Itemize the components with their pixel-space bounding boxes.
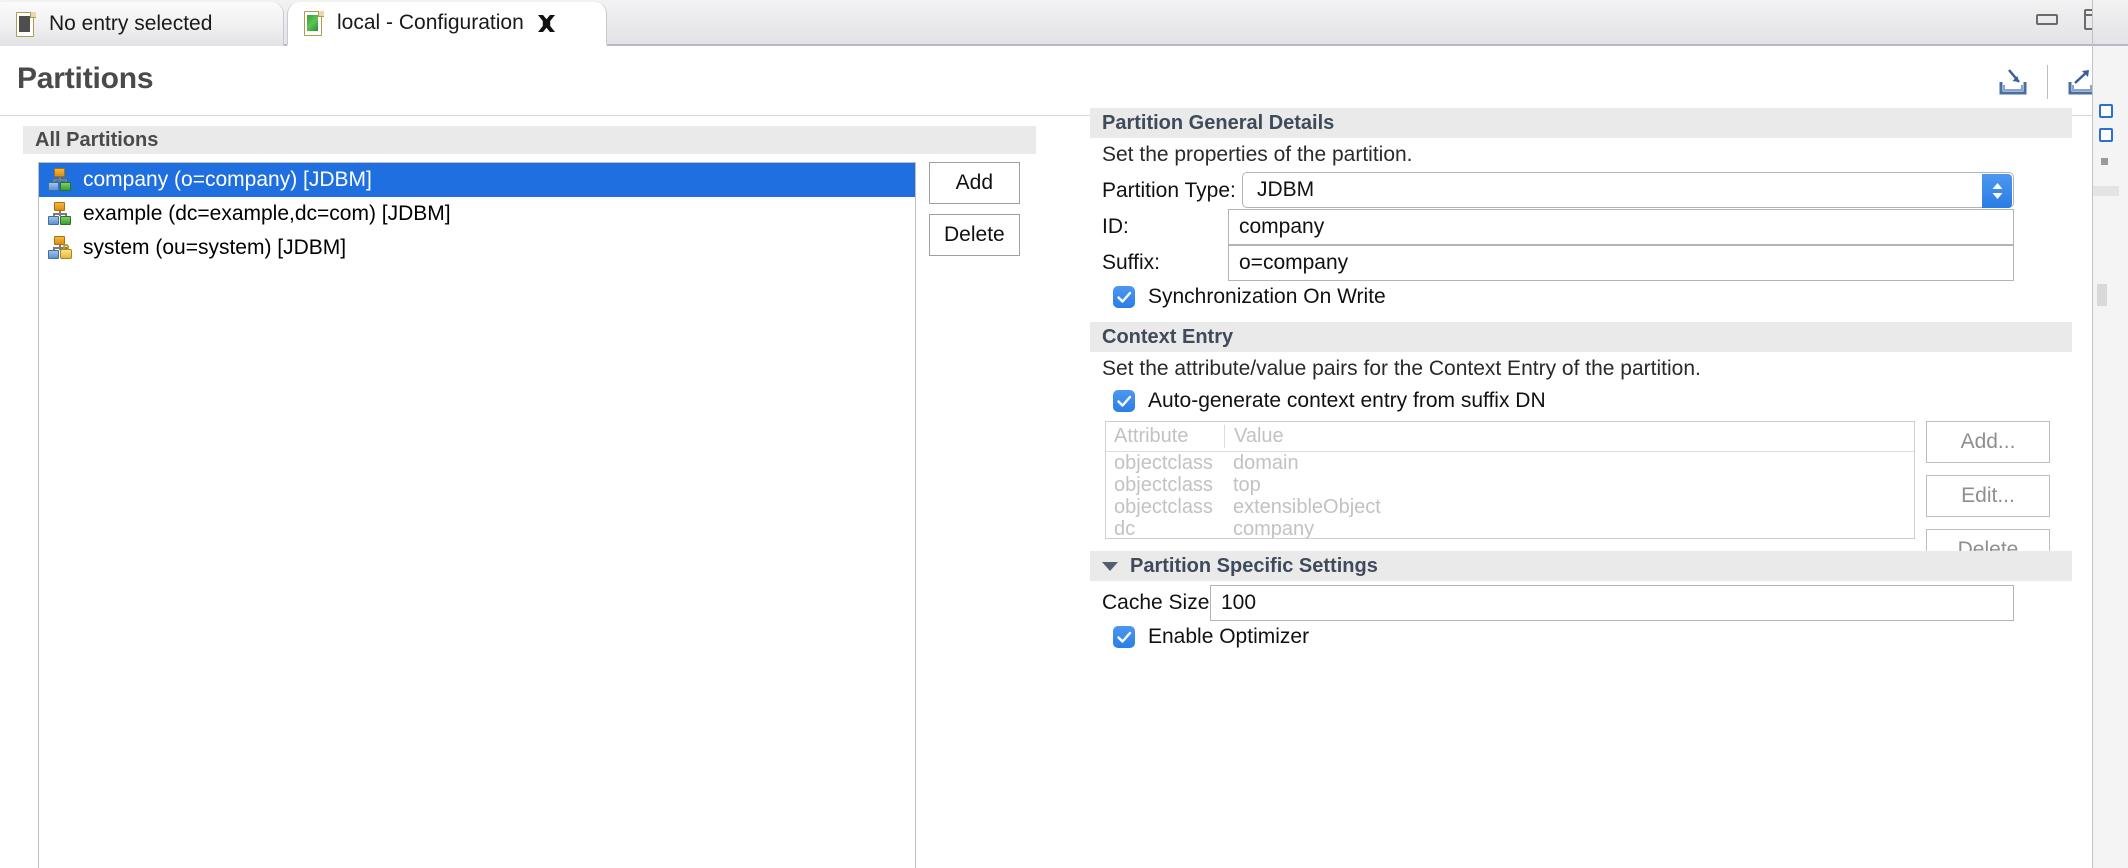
close-icon[interactable]	[536, 13, 557, 34]
table-row[interactable]: objectclass extensibleObject	[1106, 496, 1914, 518]
cell-attribute: dc	[1114, 517, 1136, 539]
cell-value: company	[1233, 517, 1315, 539]
edge-checkbox-icon[interactable]	[2099, 128, 2113, 142]
partition-system-icon	[47, 236, 73, 260]
list-item-label: system (ou=system) [JDBM]	[83, 236, 347, 259]
tab-no-entry-selected[interactable]: No entry selected	[0, 2, 284, 46]
suffix-input[interactable]: o=company	[1228, 245, 2014, 281]
list-item[interactable]: example (dc=example,dc=com) [JDBM]	[39, 197, 915, 231]
section-title: Partition Specific Settings	[1130, 554, 1378, 577]
column-header-attribute: Attribute	[1114, 425, 1189, 447]
cell-value: extensibleObject	[1233, 495, 1381, 518]
context-add-button[interactable]: Add...	[1926, 421, 2050, 463]
enable-optimizer-label: Enable Optimizer	[1148, 625, 1310, 648]
table-row[interactable]: objectclass domain	[1106, 452, 1914, 474]
section-title: Context Entry	[1102, 325, 1234, 348]
page-title: Partitions	[17, 62, 154, 95]
cell-value: domain	[1233, 451, 1299, 474]
section-title: Partition General Details	[1102, 111, 1335, 134]
suffix-label: Suffix:	[1102, 251, 1160, 274]
cell-value: top	[1233, 473, 1261, 496]
cell-attribute: objectclass	[1114, 473, 1213, 496]
edge-separator	[2093, 186, 2119, 196]
general-details-description: Set the properties of the partition.	[1102, 143, 1413, 166]
checkmark-icon	[1113, 626, 1135, 648]
id-value: company	[1239, 215, 1325, 238]
edge-checkbox-icon[interactable]	[2099, 104, 2113, 118]
edge-field-edge	[2097, 284, 2107, 306]
table-row[interactable]: dc company	[1106, 518, 1914, 539]
cache-size-value: 100	[1221, 591, 1257, 614]
table-header-row: Attribute Value	[1106, 422, 1914, 452]
specific-settings-section-header[interactable]: Partition Specific Settings	[1090, 551, 2072, 581]
page-header: Partitions	[0, 46, 2128, 116]
cell-attribute: objectclass	[1114, 451, 1213, 474]
context-entry-table[interactable]: Attribute Value objectclass domain objec…	[1105, 421, 1915, 539]
auto-generate-context-entry-checkbox[interactable]: Auto-generate context entry from suffix …	[1113, 389, 1546, 413]
editor-tab-bar: No entry selected local - Configuration	[0, 0, 2128, 46]
edge-marker-icon	[2101, 158, 2108, 165]
section-title: All Partitions	[35, 128, 159, 151]
tab-label: No entry selected	[49, 12, 213, 35]
table-row[interactable]: objectclass top	[1106, 474, 1914, 496]
context-edit-button[interactable]: Edit...	[1926, 475, 2050, 517]
chevron-updown-icon[interactable]	[1982, 174, 2012, 208]
cache-size-input[interactable]: 100	[1210, 585, 2014, 621]
import-icon[interactable]	[1985, 60, 2041, 104]
checkmark-icon	[1113, 390, 1135, 412]
add-button[interactable]: Add	[929, 162, 1020, 204]
partition-type-select[interactable]: JDBM	[1242, 172, 2014, 208]
checkmark-icon	[1113, 286, 1135, 308]
context-entry-description: Set the attribute/value pairs for the Co…	[1102, 357, 1701, 380]
column-header-value: Value	[1224, 425, 1422, 448]
partition-type-value: JDBM	[1257, 178, 1315, 201]
partitions-list[interactable]: company (o=company) [JDBM] example (dc=e…	[38, 162, 916, 868]
document-icon	[16, 11, 36, 37]
enable-optimizer-checkbox[interactable]: Enable Optimizer	[1113, 625, 1309, 649]
chevron-down-icon[interactable]	[1102, 561, 1118, 571]
tab-label: local - Configuration	[337, 11, 524, 34]
all-partitions-section-header: All Partitions	[23, 126, 1036, 154]
partitions-list-panel: All Partitions company (o=company) [JDBM…	[0, 117, 1060, 868]
id-input[interactable]: company	[1228, 209, 2014, 245]
general-details-section-header: Partition General Details	[1090, 108, 2072, 138]
adjacent-tab-edge	[2093, 0, 2128, 46]
partition-icon	[47, 202, 73, 226]
context-entry-buttons: Add... Edit... Delete	[1926, 421, 2050, 571]
sync-on-write-label: Synchronization On Write	[1148, 285, 1386, 308]
document-green-icon	[304, 10, 324, 36]
tab-local-configuration[interactable]: local - Configuration	[287, 2, 607, 46]
delete-button[interactable]: Delete	[929, 214, 1020, 256]
list-item[interactable]: system (ou=system) [JDBM]	[39, 231, 915, 265]
toolbar-separator	[2047, 65, 2048, 99]
partition-type-label: Partition Type:	[1102, 179, 1236, 202]
partition-list-buttons: Add Delete	[929, 162, 1020, 256]
auto-generate-context-entry-label: Auto-generate context entry from suffix …	[1148, 389, 1546, 412]
sync-on-write-checkbox[interactable]: Synchronization On Write	[1113, 285, 1386, 309]
context-entry-section-header: Context Entry	[1090, 322, 2072, 352]
partition-details-panel: Partition General Details Set the proper…	[1060, 108, 2098, 868]
application-window: No entry selected local - Configuration …	[0, 0, 2128, 868]
suffix-value: o=company	[1239, 251, 1349, 274]
list-item-label: company (o=company) [JDBM]	[83, 168, 372, 191]
cache-size-label: Cache Size:	[1102, 591, 1216, 614]
list-item[interactable]: company (o=company) [JDBM]	[39, 163, 915, 197]
cell-attribute: objectclass	[1114, 495, 1213, 518]
minimize-icon[interactable]	[2036, 14, 2058, 25]
partition-icon	[47, 168, 73, 192]
list-item-label: example (dc=example,dc=com) [JDBM]	[83, 202, 451, 225]
adjacent-panel-edge	[2092, 0, 2128, 868]
id-label: ID:	[1102, 215, 1129, 238]
